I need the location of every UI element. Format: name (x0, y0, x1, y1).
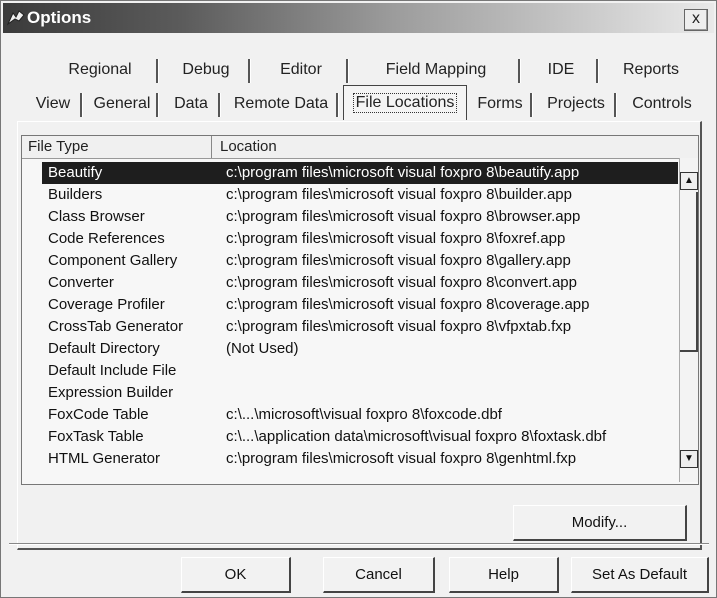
table-row[interactable]: Class Browser c:\program files\microsoft … (22, 206, 678, 228)
tab-label: General (93, 95, 151, 112)
tab-label: Regional (68, 61, 132, 78)
ok-button[interactable]: OK (181, 557, 291, 593)
close-button[interactable]: x (684, 9, 708, 31)
file-type-cell: Default Directory (48, 340, 160, 357)
modify-button[interactable]: Modify... (513, 505, 687, 541)
file-type-cell: CrossTab Generator (48, 318, 184, 335)
location-cell: c:\program files\microsoft visual foxpro… (226, 450, 577, 467)
table-row[interactable]: Beautify c:\program files\microsoft visua… (42, 162, 678, 184)
tab-projects[interactable]: Projects (535, 89, 617, 119)
tab-controls[interactable]: Controls (619, 89, 705, 119)
location-cell: c:\program files\microsoft visual foxpro… (226, 230, 566, 247)
options-dialog: Options x Regional Debug Editor Field Ma… (0, 0, 717, 598)
tab-label: Forms (477, 95, 523, 112)
table-row[interactable]: HTML Generator c:\program files\microsoft… (22, 448, 678, 470)
tab-general[interactable]: General (85, 89, 159, 119)
tab-debug[interactable]: Debug (161, 55, 251, 85)
set-as-default-button-label: Set As Default (591, 566, 688, 583)
up-arrow-icon[interactable]: ▲ (680, 172, 698, 190)
cancel-button-label: Cancel (355, 566, 402, 583)
tab-data[interactable]: Data (161, 89, 221, 119)
tab-label: Data (174, 95, 208, 112)
table-row[interactable]: Builders c:\program files\microsoft visua… (22, 184, 678, 206)
tab-label: Debug (182, 61, 230, 78)
tab-label: File Locations (352, 93, 458, 113)
table-row[interactable]: Converter c:\program files\microsoft visu… (22, 272, 678, 294)
tab-label: Remote Data (233, 95, 329, 112)
location-cell: c:\program files\microsoft visual foxpro… (226, 296, 590, 313)
tab-label: Reports (622, 61, 680, 78)
tab-reports[interactable]: Reports (601, 55, 701, 85)
help-button-label: Help (488, 566, 519, 583)
table-row[interactable]: CrossTab Generator c:\program files\micro… (22, 316, 678, 338)
tab-view[interactable]: View (23, 89, 83, 119)
down-arrow-icon[interactable]: ▼ (680, 450, 698, 468)
location-cell: c:\program files\microsoft visual foxpro… (226, 252, 571, 269)
table-row[interactable]: Expression Builder (22, 382, 678, 404)
location-cell: c:\program files\microsoft visual foxpro… (226, 208, 581, 225)
tab-ide[interactable]: IDE (523, 55, 599, 85)
location-cell: c:\...\microsoft\visual foxpro 8\foxcode… (226, 406, 502, 423)
tab-label: Controls (632, 95, 692, 112)
column-header-file-type[interactable]: File Type (22, 136, 212, 158)
file-type-cell: Builders (48, 186, 103, 203)
file-type-cell: FoxTask Table (48, 428, 144, 445)
file-type-cell: Default Include File (48, 362, 177, 379)
table-row[interactable]: Component Gallery c:\program files\micros… (22, 250, 678, 272)
table-row[interactable]: Code References c:\program files\microsof… (22, 228, 678, 250)
column-header-location[interactable]: Location (214, 136, 654, 158)
cancel-button[interactable]: Cancel (323, 557, 435, 593)
file-type-cell: Code References (48, 230, 165, 247)
location-cell: c:\program files\microsoft visual foxpro… (226, 274, 577, 291)
set-as-default-button[interactable]: Set As Default (571, 557, 709, 593)
file-type-cell: Component Gallery (48, 252, 178, 269)
modify-button-label: Modify... (571, 514, 628, 531)
tab-remote-data[interactable]: Remote Data (223, 89, 339, 119)
location-cell: c:\program files\microsoft visual foxpro… (226, 164, 580, 181)
tab-file-locations[interactable]: File Locations (343, 85, 467, 120)
file-type-cell: Converter (48, 274, 114, 291)
file-type-cell: Expression Builder (48, 384, 174, 401)
table-row[interactable]: Default Directory (Not Used) (22, 338, 678, 360)
tab-regional[interactable]: Regional (41, 55, 159, 85)
tab-label: Field Mapping (385, 61, 487, 78)
file-type-cell: Coverage Profiler (48, 296, 165, 313)
tab-label: Editor (280, 61, 322, 78)
tab-editor[interactable]: Editor (253, 55, 349, 85)
file-type-cell: Class Browser (48, 208, 145, 225)
divider (9, 543, 709, 545)
scroll-thumb[interactable] (680, 192, 698, 352)
tab-label: Projects (547, 95, 605, 112)
title-bar[interactable]: Options x (3, 3, 714, 33)
location-cell: c:\program files\microsoft visual foxpro… (226, 186, 572, 203)
window-title: Options (27, 8, 92, 27)
file-type-cell: HTML Generator (48, 450, 160, 467)
fox-icon (7, 10, 25, 26)
ok-button-label: OK (224, 566, 247, 583)
file-type-cell: Beautify (48, 164, 103, 181)
table-row[interactable]: FoxTask Table c:\...\application data\mic… (22, 426, 678, 448)
table-row[interactable]: Coverage Profiler c:\program files\micros… (22, 294, 678, 316)
table-row[interactable]: Default Include File (22, 360, 678, 382)
location-cell: c:\...\application data\microsoft\visual… (226, 428, 607, 445)
table-row[interactable]: FoxCode Table c:\...\microsoft\visual fox… (22, 404, 678, 426)
location-cell: c:\program files\microsoft visual foxpro… (226, 318, 572, 335)
vertical-scrollbar[interactable]: ▲ ▼ (679, 158, 698, 482)
help-button[interactable]: Help (449, 557, 559, 593)
list-header: File Type Location (22, 136, 698, 159)
tab-field-mapping[interactable]: Field Mapping (351, 55, 521, 85)
location-cell: (Not Used) (226, 340, 299, 357)
tab-label: IDE (547, 61, 575, 78)
tab-label: View (35, 95, 71, 112)
file-type-cell: FoxCode Table (48, 406, 149, 423)
tab-forms[interactable]: Forms (467, 89, 533, 119)
file-locations-list[interactable]: File Type Location Beautify c:\program fi… (21, 135, 699, 485)
